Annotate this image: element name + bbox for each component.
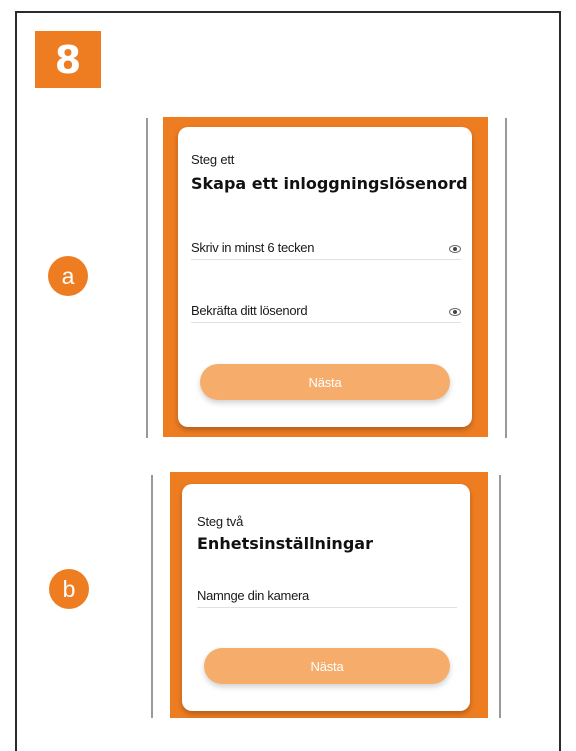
password-field-label: Skriv in minst 6 tecken	[191, 240, 315, 255]
next-button[interactable]: Nästa	[204, 648, 450, 684]
confirm-password-field-label: Bekräfta ditt lösenord	[191, 303, 308, 318]
camera-name-field-label: Namnge din kamera	[197, 588, 309, 603]
password-setup-card: Steg ett Skapa ett inloggningslösenord S…	[178, 127, 472, 427]
phone-edge-left	[146, 118, 148, 438]
card-title: Skapa ett inloggningslösenord	[191, 174, 468, 193]
step-label: Steg ett	[191, 152, 235, 167]
step-label: Steg två	[197, 514, 244, 529]
password-field[interactable]: Skriv in minst 6 tecken	[191, 227, 461, 260]
eye-icon[interactable]	[449, 245, 461, 253]
card-title: Enhetsinställningar	[197, 534, 373, 553]
phone-edge-right	[499, 475, 501, 718]
marker-b: b	[49, 569, 89, 609]
device-settings-card: Steg två Enhetsinställningar Namnge din …	[182, 484, 470, 711]
next-button[interactable]: Nästa	[200, 364, 450, 400]
phone-edge-right	[505, 118, 507, 438]
eye-icon[interactable]	[449, 308, 461, 316]
camera-name-field[interactable]: Namnge din kamera	[197, 574, 457, 608]
marker-a: a	[48, 256, 88, 296]
confirm-password-field[interactable]: Bekräfta ditt lösenord	[191, 290, 461, 323]
phone-edge-left	[151, 475, 153, 718]
step-number-badge: 8	[35, 31, 101, 88]
